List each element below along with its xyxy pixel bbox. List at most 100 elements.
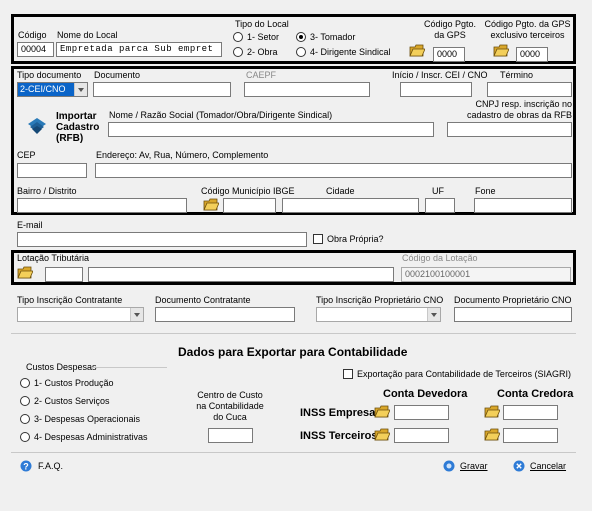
radio-despesas-operacionais-label: 3- Despesas Operacionais xyxy=(34,414,141,424)
inss-empresa-devedora-field[interactable] xyxy=(394,405,449,420)
cep-field[interactable] xyxy=(17,163,87,178)
exportacao-siagri-label: Exportação para Contabilidade de Terceir… xyxy=(357,369,571,379)
lotacao-code-field[interactable] xyxy=(45,267,83,282)
radio-despesas-operacionais[interactable] xyxy=(20,414,30,424)
folder-icon[interactable] xyxy=(484,405,500,418)
centro-custo-label-2: na Contabilidade xyxy=(196,401,264,411)
radio-setor[interactable] xyxy=(233,32,243,42)
gravar-button[interactable]: Gravar xyxy=(443,460,503,474)
nome-local-field[interactable]: Empretada parca Sub empret xyxy=(56,42,222,57)
doc-prop-label: Documento Proprietário CNO xyxy=(454,295,572,305)
codigo-label: Código xyxy=(18,30,47,40)
obra-propria-checkbox[interactable] xyxy=(313,234,323,244)
termino-label: Término xyxy=(500,70,534,80)
bairro-field[interactable] xyxy=(17,198,187,213)
fone-field[interactable] xyxy=(474,198,572,213)
inss-empresa-label: INSS Empresa xyxy=(300,407,376,419)
inss-terceiros-label: INSS Terceiros xyxy=(300,430,378,442)
caepf-field[interactable] xyxy=(244,82,370,97)
documento-field[interactable] xyxy=(93,82,231,97)
doc-contratante-field[interactable] xyxy=(155,307,295,322)
faq-button[interactable]: ? F.A.Q. xyxy=(20,460,80,474)
inss-terceiros-credora-field[interactable] xyxy=(503,428,558,443)
lotacao-label: Lotação Tributária xyxy=(17,253,90,263)
folder-icon[interactable] xyxy=(203,198,219,211)
tipo-insc-contratante-select[interactable] xyxy=(17,307,144,322)
endereco-label: Endereço: Av, Rua, Número, Complemento xyxy=(96,150,269,160)
bairro-label: Bairro / Distrito xyxy=(17,186,77,196)
footer-divider xyxy=(11,452,576,453)
cod-municipio-label: Código Município IBGE xyxy=(201,186,295,196)
importar-label-2[interactable]: Cadastro xyxy=(56,122,99,133)
radio-custos-servicos[interactable] xyxy=(20,396,30,406)
tipo-local-label: Tipo do Local xyxy=(235,19,289,29)
custos-group-line xyxy=(92,367,167,368)
cod-municipio-field[interactable] xyxy=(223,198,276,213)
inicio-field[interactable] xyxy=(400,82,472,97)
nome-razao-label: Nome / Razão Social (Tomador/Obra/Dirige… xyxy=(109,110,333,120)
tipo-documento-label: Tipo documento xyxy=(17,70,82,80)
nome-local-label: Nome do Local xyxy=(57,30,118,40)
chevron-down-icon[interactable] xyxy=(130,308,143,321)
radio-dirigente[interactable] xyxy=(296,47,306,57)
chevron-down-icon[interactable] xyxy=(427,308,440,321)
centro-custo-label-1: Centro de Custo xyxy=(197,390,263,400)
save-icon xyxy=(443,460,455,472)
svg-text:?: ? xyxy=(23,462,29,472)
faq-label: F.A.Q. xyxy=(38,461,64,471)
inss-empresa-credora-field[interactable] xyxy=(503,405,558,420)
cnpj-field[interactable] xyxy=(447,122,572,137)
centro-custo-label-3: do Cuca xyxy=(213,412,247,422)
documento-label: Documento xyxy=(94,70,141,80)
termino-field[interactable] xyxy=(487,82,572,97)
email-label: E-mail xyxy=(17,220,43,230)
cod-pgto-field[interactable]: 0000 xyxy=(433,47,465,62)
cod-lotacao-field: 0002100100001 xyxy=(401,267,571,282)
radio-custos-producao[interactable] xyxy=(20,378,30,388)
radio-tomador-label: 3- Tomador xyxy=(310,32,356,42)
cep-label: CEP xyxy=(17,150,36,160)
cod-terc-label-2: exclusivo terceiros xyxy=(490,30,565,40)
folder-icon[interactable] xyxy=(374,405,390,418)
radio-obra[interactable] xyxy=(233,47,243,57)
cod-terc-label-1: Código Pgto. da GPS xyxy=(484,19,571,29)
uf-field[interactable] xyxy=(425,198,455,213)
folder-icon[interactable] xyxy=(484,428,500,441)
cancelar-button[interactable]: Cancelar xyxy=(513,460,578,474)
folder-icon[interactable] xyxy=(17,266,33,279)
radio-tomador[interactable] xyxy=(296,32,306,42)
radio-obra-label: 2- Obra xyxy=(247,47,278,57)
importar-label-1[interactable]: Importar xyxy=(56,111,97,122)
inicio-label: Início / Inscr. CEI / CNO xyxy=(392,70,488,80)
tipo-insc-prop-label: Tipo Inscrição Proprietário CNO xyxy=(316,295,444,305)
inss-terceiros-devedora-field[interactable] xyxy=(394,428,449,443)
radio-custos-servicos-label: 2- Custos Serviços xyxy=(34,396,110,406)
lotacao-desc-field[interactable] xyxy=(88,267,394,282)
folder-icon[interactable] xyxy=(374,428,390,441)
divider xyxy=(11,333,576,334)
endereco-field[interactable] xyxy=(95,163,572,178)
email-field[interactable] xyxy=(17,232,307,247)
cod-terc-field[interactable]: 0000 xyxy=(516,47,548,62)
tipo-insc-contratante-label: Tipo Inscrição Contratante xyxy=(17,295,123,305)
caepf-label: CAEPF xyxy=(246,70,277,80)
import-rfb-icon[interactable] xyxy=(26,116,48,136)
chevron-down-icon[interactable] xyxy=(74,83,87,96)
tipo-insc-prop-select[interactable] xyxy=(316,307,441,322)
centro-custo-field[interactable] xyxy=(208,428,253,443)
doc-prop-field[interactable] xyxy=(454,307,572,322)
cod-lotacao-label: Código da Lotação xyxy=(402,253,478,263)
custos-despesas-label: Custos Despesas xyxy=(26,362,97,372)
codigo-field[interactable]: 00004 xyxy=(17,42,54,57)
importar-label-3[interactable]: (RFB) xyxy=(56,133,83,144)
cancelar-label: Cancelar xyxy=(530,461,567,471)
nome-razao-field[interactable] xyxy=(108,122,434,137)
tipo-documento-select[interactable]: 2-CEI/CNO xyxy=(17,82,88,97)
cidade-field[interactable] xyxy=(282,198,419,213)
folder-icon[interactable] xyxy=(493,44,509,57)
cod-pgto-label-1: Código Pgto. xyxy=(423,19,477,29)
radio-despesas-administrativas[interactable] xyxy=(20,432,30,442)
folder-icon[interactable] xyxy=(409,44,425,57)
exportacao-siagri-checkbox[interactable] xyxy=(343,369,353,379)
cancel-icon xyxy=(513,460,525,472)
